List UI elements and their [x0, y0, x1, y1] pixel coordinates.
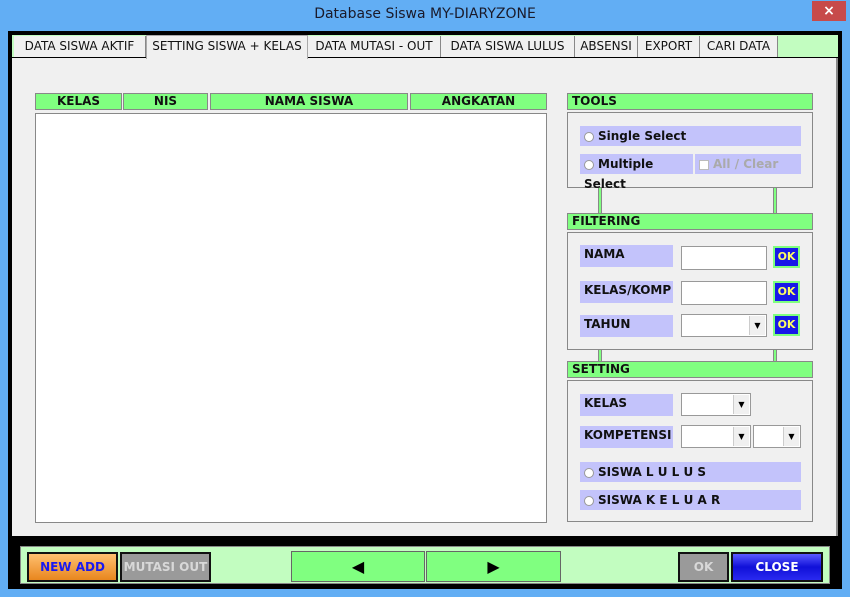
kelas-komp-ok-button[interactable]: OK — [773, 281, 800, 303]
siswa-lulus-label: SISWA L U L U S — [598, 465, 707, 479]
filtering-header: FILTERING — [567, 213, 813, 230]
chevron-down-icon[interactable]: ▼ — [783, 427, 799, 446]
setting-header: SETTING — [567, 361, 813, 378]
kompetensi-label: KOMPETENSI — [580, 426, 673, 448]
connector-bar — [598, 350, 602, 361]
tab-data-siswa-lulus[interactable]: DATA SISWA LULUS — [441, 36, 575, 57]
connector-bar — [773, 188, 777, 213]
kelas-komp-label: KELAS/KOMP — [580, 281, 673, 303]
radio-icon — [584, 495, 594, 506]
connector-bar — [598, 188, 602, 213]
tahun-dropdown[interactable]: ▼ — [681, 314, 767, 337]
chevron-down-icon[interactable]: ▼ — [749, 316, 765, 335]
tahun-ok-button[interactable]: OK — [773, 314, 800, 336]
nama-ok-button[interactable]: OK — [773, 246, 800, 268]
checkbox-icon — [699, 159, 709, 170]
tahun-label: TAHUN — [580, 315, 673, 337]
tab-data-mutasi-out[interactable]: DATA MUTASI - OUT — [308, 36, 441, 57]
ok-label: OK — [775, 248, 798, 266]
tools-header: TOOLS — [567, 93, 813, 110]
nama-label: NAMA — [580, 245, 673, 267]
siswa-keluar-label: SISWA K E L U A R — [598, 493, 721, 507]
kelas-komp-input[interactable] — [681, 281, 767, 305]
ok-label: OK — [775, 316, 798, 334]
tab-cari-data[interactable]: CARI DATA — [700, 36, 778, 57]
setting-kelas-label: KELAS — [580, 394, 673, 416]
single-select-radio[interactable]: Single Select — [580, 126, 801, 146]
next-button[interactable]: ▶ — [426, 551, 561, 582]
title-bar: Database Siswa MY-DIARYZONE × — [0, 0, 850, 32]
ok-button[interactable]: OK — [678, 552, 729, 582]
tab-setting-siswa-kelas[interactable]: SETTING SISWA + KELAS — [146, 35, 308, 59]
window-title: Database Siswa MY-DIARYZONE — [314, 6, 536, 22]
nama-input[interactable] — [681, 246, 767, 270]
previous-button[interactable]: ◀ — [291, 551, 425, 582]
column-header-angkatan[interactable]: ANGKATAN — [410, 93, 547, 110]
arrow-right-icon: ▶ — [487, 557, 500, 576]
connector-bar — [773, 350, 777, 361]
multiple-select-radio[interactable]: Multiple Select — [580, 154, 693, 191]
tab-absensi[interactable]: ABSENSI — [575, 36, 638, 57]
siswa-keluar-radio[interactable]: SISWA K E L U A R — [580, 490, 801, 510]
single-select-label: Single Select — [598, 129, 687, 143]
ok-label: OK — [775, 283, 798, 301]
tab-data-siswa-aktif[interactable]: DATA SISWA AKTIF — [14, 36, 146, 57]
window-close-button[interactable]: × — [812, 1, 846, 21]
student-list[interactable] — [35, 113, 547, 523]
all-clear-label: All / Clear — [713, 157, 779, 171]
setting-kelas-dropdown[interactable]: ▼ — [681, 393, 751, 416]
new-add-button[interactable]: NEW ADD — [27, 552, 118, 582]
all-clear-checkbox[interactable]: All / Clear — [695, 154, 801, 174]
chevron-down-icon[interactable]: ▼ — [733, 427, 749, 446]
mutasi-out-button[interactable]: MUTASI OUT — [120, 552, 211, 582]
kompetensi-dropdown[interactable]: ▼ — [681, 425, 751, 448]
close-button[interactable]: CLOSE — [731, 552, 823, 582]
column-header-nama-siswa[interactable]: NAMA SISWA — [210, 93, 408, 110]
radio-icon — [584, 467, 594, 478]
chevron-down-icon[interactable]: ▼ — [733, 395, 749, 414]
tab-export[interactable]: EXPORT — [638, 36, 700, 57]
radio-icon — [584, 131, 594, 142]
kompetensi-dropdown-2[interactable]: ▼ — [753, 425, 801, 448]
siswa-lulus-radio[interactable]: SISWA L U L U S — [580, 462, 801, 482]
radio-icon — [584, 159, 594, 170]
arrow-left-icon: ◀ — [351, 557, 365, 576]
column-header-nis[interactable]: NIS — [123, 93, 208, 110]
column-header-kelas[interactable]: KELAS — [35, 93, 122, 110]
